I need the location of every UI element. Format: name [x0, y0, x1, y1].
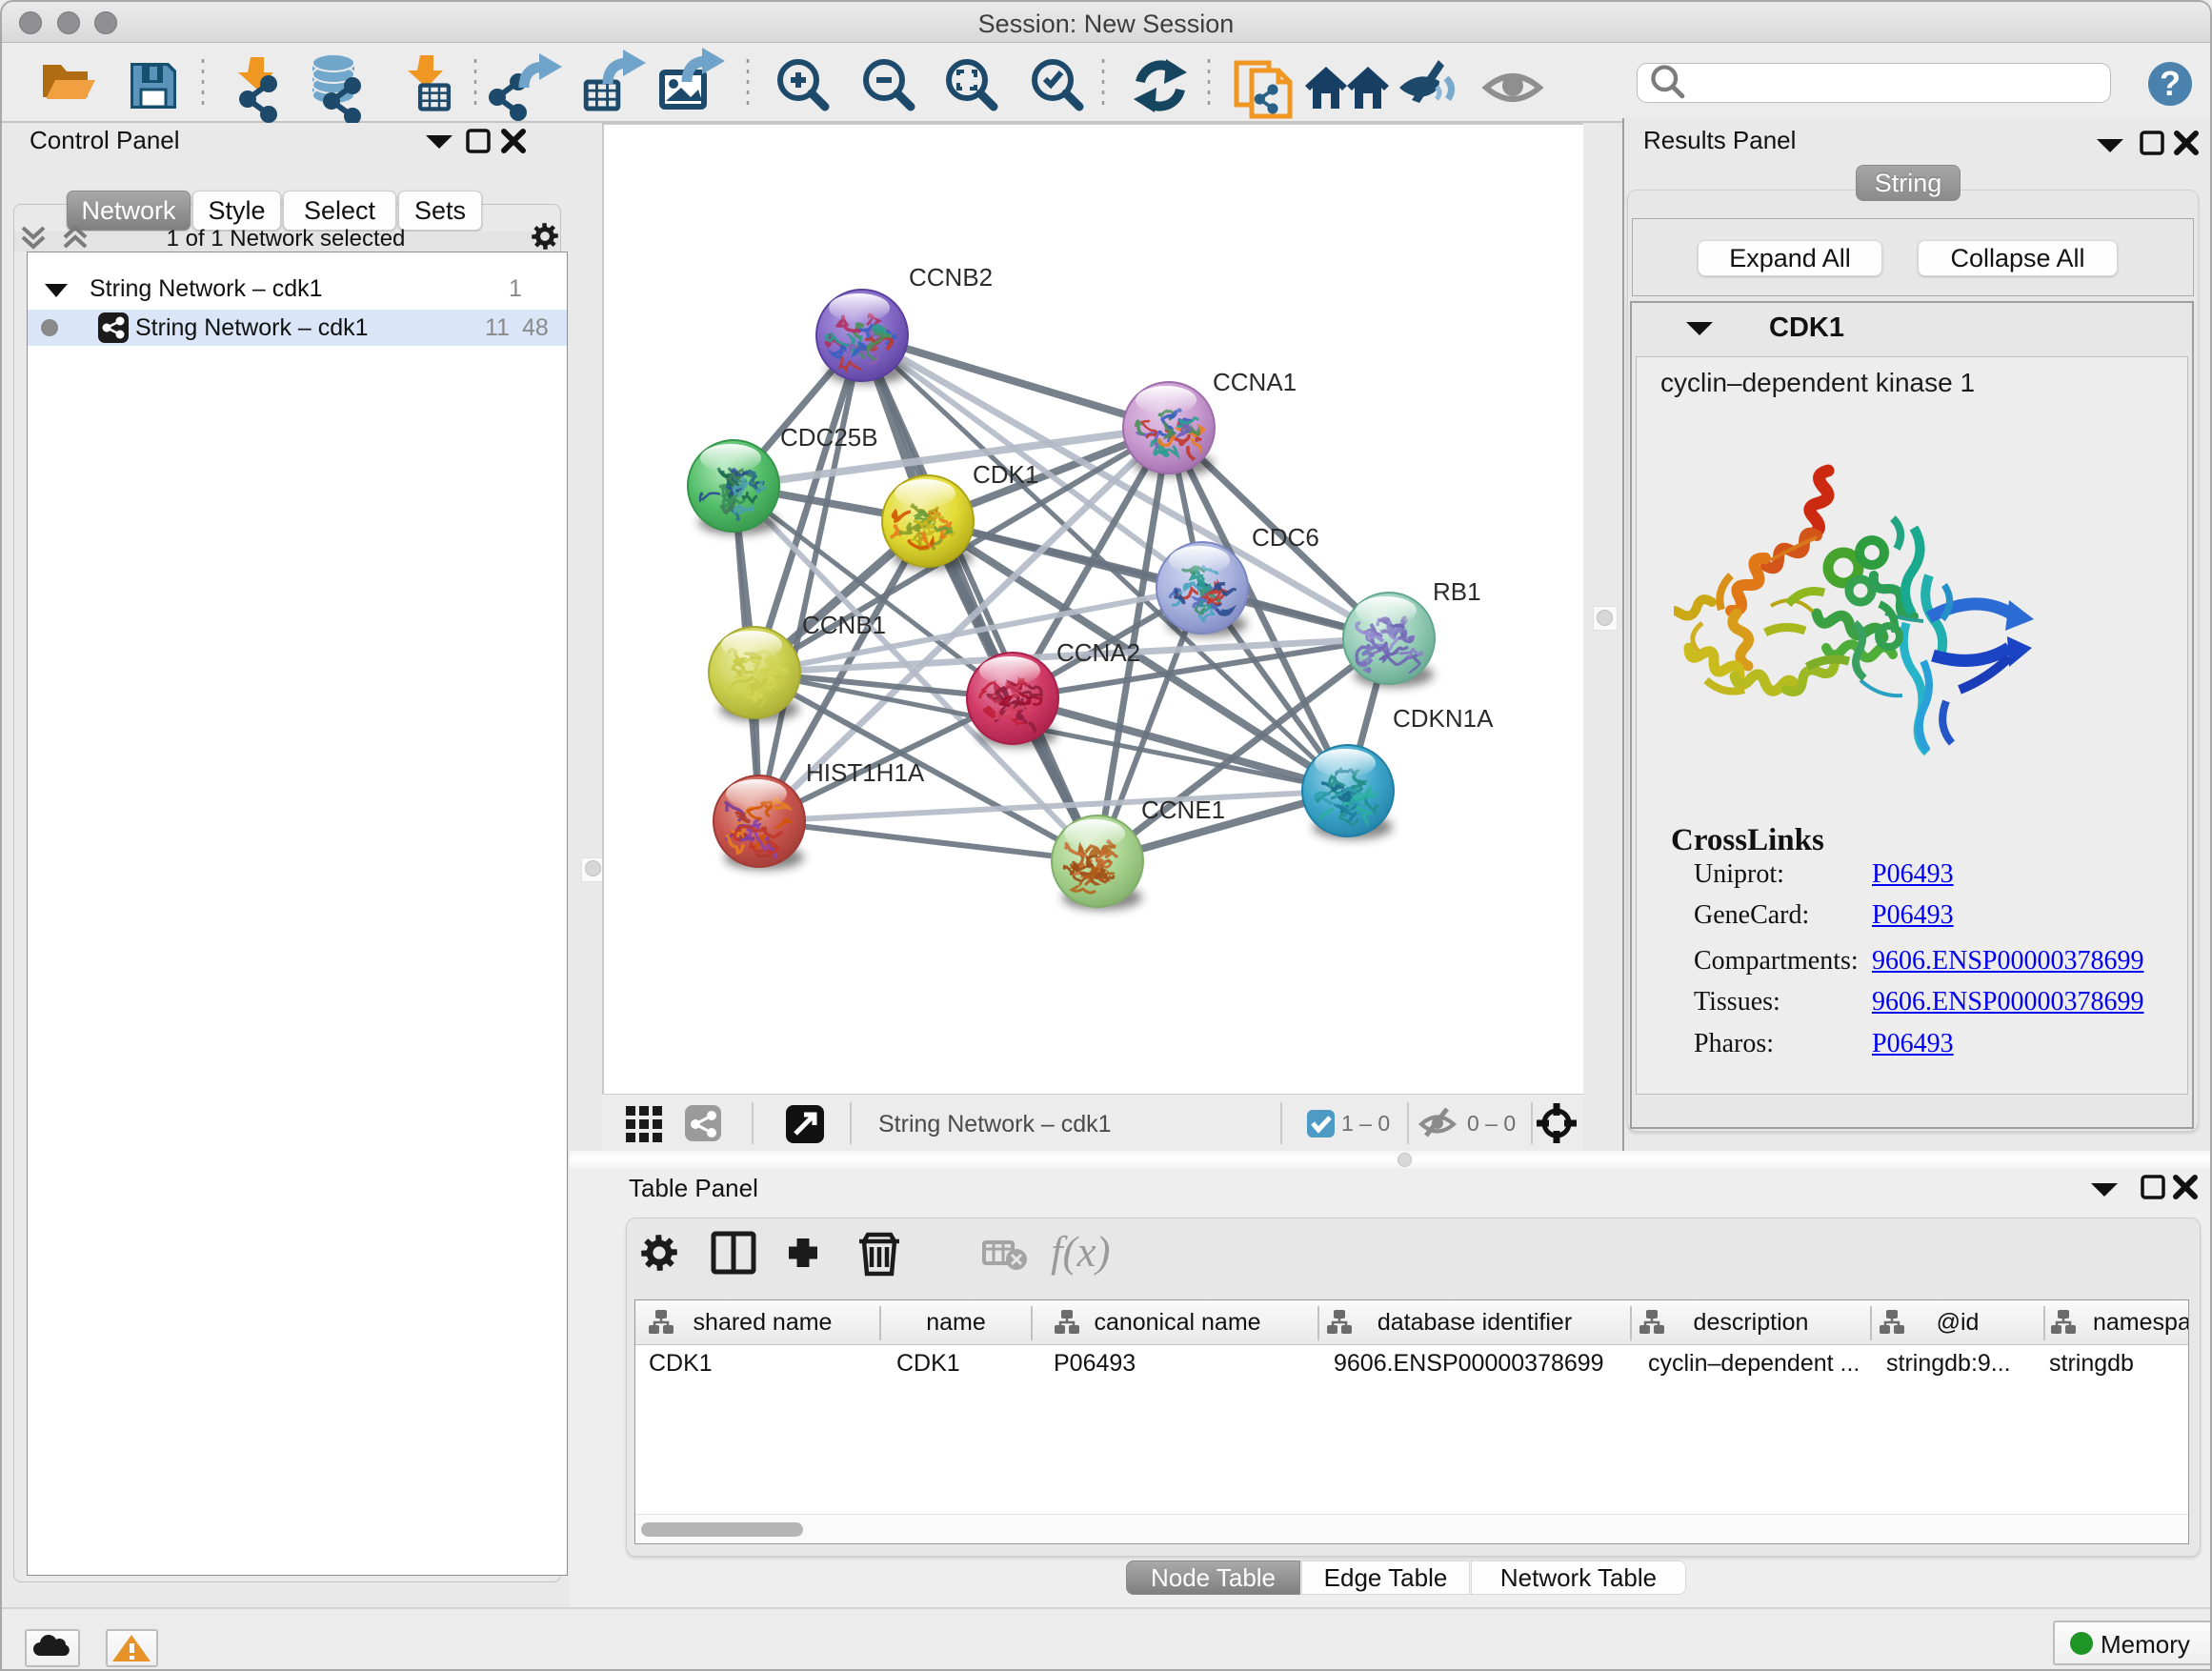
svg-text:0 – 0: 0 – 0	[1467, 1111, 1516, 1136]
svg-text:CDC25B: CDC25B	[780, 423, 878, 452]
svg-text:CDK1: CDK1	[973, 460, 1038, 489]
svg-text:CCNB2: CCNB2	[909, 263, 993, 292]
svg-text:f(x): f(x)	[1051, 1228, 1110, 1276]
svg-text:CCNB1: CCNB1	[802, 611, 886, 639]
svg-text:1 – 0: 1 – 0	[1341, 1111, 1390, 1136]
svg-text:CCNA2: CCNA2	[1056, 638, 1140, 667]
svg-text:String Network – cdk1: String Network – cdk1	[878, 1111, 1112, 1137]
svg-text:RB1: RB1	[1433, 577, 1481, 606]
svg-text:CCNA1: CCNA1	[1213, 368, 1297, 396]
svg-text:CDKN1A: CDKN1A	[1393, 704, 1494, 733]
svg-text:HIST1H1A: HIST1H1A	[806, 758, 925, 787]
svg-text:CCNE1: CCNE1	[1141, 795, 1225, 824]
svg-text:CDC6: CDC6	[1252, 523, 1319, 552]
svg-text:?: ?	[2160, 64, 2181, 103]
